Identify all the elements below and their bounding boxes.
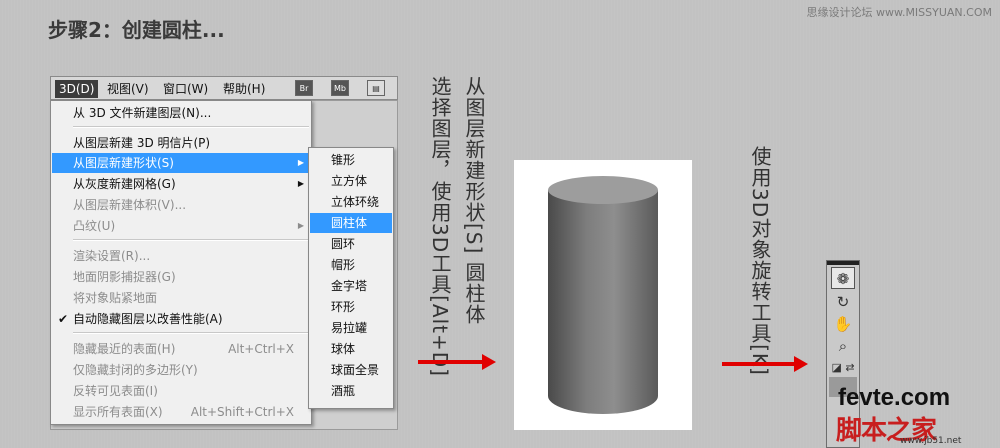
menu-item-new-postcard[interactable]: 从图层新建 3D 明信片(P): [52, 133, 310, 153]
red-arrow-icon: [722, 356, 808, 372]
logo-fevte: fevte.com: [838, 384, 951, 411]
logo-url: www.jb51.net: [900, 436, 962, 446]
submenu-item-cone[interactable]: 锥形: [310, 150, 392, 170]
submenu-item-cube[interactable]: 立方体: [310, 171, 392, 191]
submenu-item-sphere[interactable]: 球体: [310, 339, 392, 359]
submenu-item-soda-can[interactable]: 易拉罐: [310, 318, 392, 338]
submenu-item-pyramid[interactable]: 金字塔: [310, 276, 392, 296]
menu-item-reveal-all[interactable]: 显示所有表面(X) Alt+Shift+Ctrl+X: [52, 402, 310, 422]
menu-separator: [73, 332, 309, 334]
bridge-icon[interactable]: Br: [295, 80, 313, 96]
screen-mode-icon[interactable]: ▤: [367, 80, 385, 96]
watermark: 思缘设计论坛 www.MISSYUAN.COM: [806, 6, 992, 19]
submenu-arrow-icon: ▶: [297, 179, 304, 188]
3d-orbit-tool-icon[interactable]: ↻: [831, 291, 855, 313]
menu-item-hide-nearest-surface[interactable]: 隐藏最近的表面(H) Alt+Ctrl+X: [52, 339, 310, 359]
annotation-step-a: 选择图层，使用3D工具[Alt+D]: [428, 76, 452, 377]
menu-view[interactable]: 视图(V): [103, 80, 153, 98]
submenu-item-spherical-panorama[interactable]: 球面全景: [310, 360, 392, 380]
submenu-item-cylinder[interactable]: 圆柱体: [310, 213, 392, 233]
shape-submenu: 锥形 立方体 立体环绕 圆柱体 圆环 帽形 金字塔 环形 易拉罐 球体 球面全景…: [308, 147, 394, 409]
menu-separator: [73, 126, 309, 128]
menu-item-new-from-3d-file[interactable]: 从 3D 文件新建图层(N)...: [52, 103, 310, 123]
3d-dropdown-menu: 从 3D 文件新建图层(N)... 从图层新建 3D 明信片(P) 从图层新建形…: [50, 100, 312, 425]
red-arrow-icon: [418, 354, 496, 370]
swap-colors-icon[interactable]: ◪ ⇄: [831, 357, 855, 379]
submenu-item-cube-wrap[interactable]: 立体环绕: [310, 192, 392, 212]
3d-rotate-tool-icon[interactable]: ❁: [831, 267, 855, 289]
menu-bar: 3D(D) 视图(V) 窗口(W) 帮助(H) Br Mb ▤: [50, 76, 398, 100]
checkmark-icon: ✔: [58, 312, 69, 326]
hand-tool-icon[interactable]: ✋: [831, 313, 855, 335]
menu-item-invert-visible[interactable]: 反转可见表面(I): [52, 381, 310, 401]
menu-item-grayscale-mesh[interactable]: 从灰度新建网格(G) ▶: [52, 174, 310, 194]
menu-3d[interactable]: 3D(D): [55, 80, 99, 98]
submenu-item-hat[interactable]: 帽形: [310, 255, 392, 275]
canvas-preview: [514, 160, 692, 430]
menu-item-new-shape[interactable]: 从图层新建形状(S) ▶: [52, 153, 310, 173]
menu-item-emboss[interactable]: 凸纹(U) ▶: [52, 216, 310, 236]
minibridge-icon[interactable]: Mb: [331, 80, 349, 96]
menu-item-new-volume[interactable]: 从图层新建体积(V)...: [52, 195, 310, 215]
menu-item-snap-to-ground[interactable]: 将对象贴紧地面: [52, 288, 310, 308]
submenu-item-donut[interactable]: 圆环: [310, 234, 392, 254]
submenu-arrow-icon: ▶: [297, 158, 304, 167]
submenu-item-wine-bottle[interactable]: 酒瓶: [310, 381, 392, 401]
annotation-step-c: 使用3D对象旋转工具[K]: [748, 146, 772, 376]
zoom-tool-icon[interactable]: ⌕: [831, 335, 855, 357]
menu-item-ground-shadow[interactable]: 地面阴影捕捉器(G): [52, 267, 310, 287]
menu-item-hide-closed-polygons[interactable]: 仅隐藏封闭的多边形(Y): [52, 360, 310, 380]
menu-help[interactable]: 帮助(H): [219, 80, 269, 98]
palette-header: [827, 261, 859, 265]
page-title: 步骤2：创建圆柱...: [48, 18, 225, 42]
menu-item-render-settings[interactable]: 渲染设置(R)...: [52, 246, 310, 266]
menu-item-auto-hide-layers[interactable]: ✔ 自动隐藏图层以改善性能(A): [52, 309, 310, 329]
menu-separator: [73, 239, 309, 241]
submenu-item-ring[interactable]: 环形: [310, 297, 392, 317]
menu-window[interactable]: 窗口(W): [159, 80, 212, 98]
submenu-arrow-icon: ▶: [297, 221, 304, 230]
annotation-step-b: 从图层新建形状[S] 圆柱体: [462, 76, 486, 325]
cylinder-render: [548, 176, 658, 414]
